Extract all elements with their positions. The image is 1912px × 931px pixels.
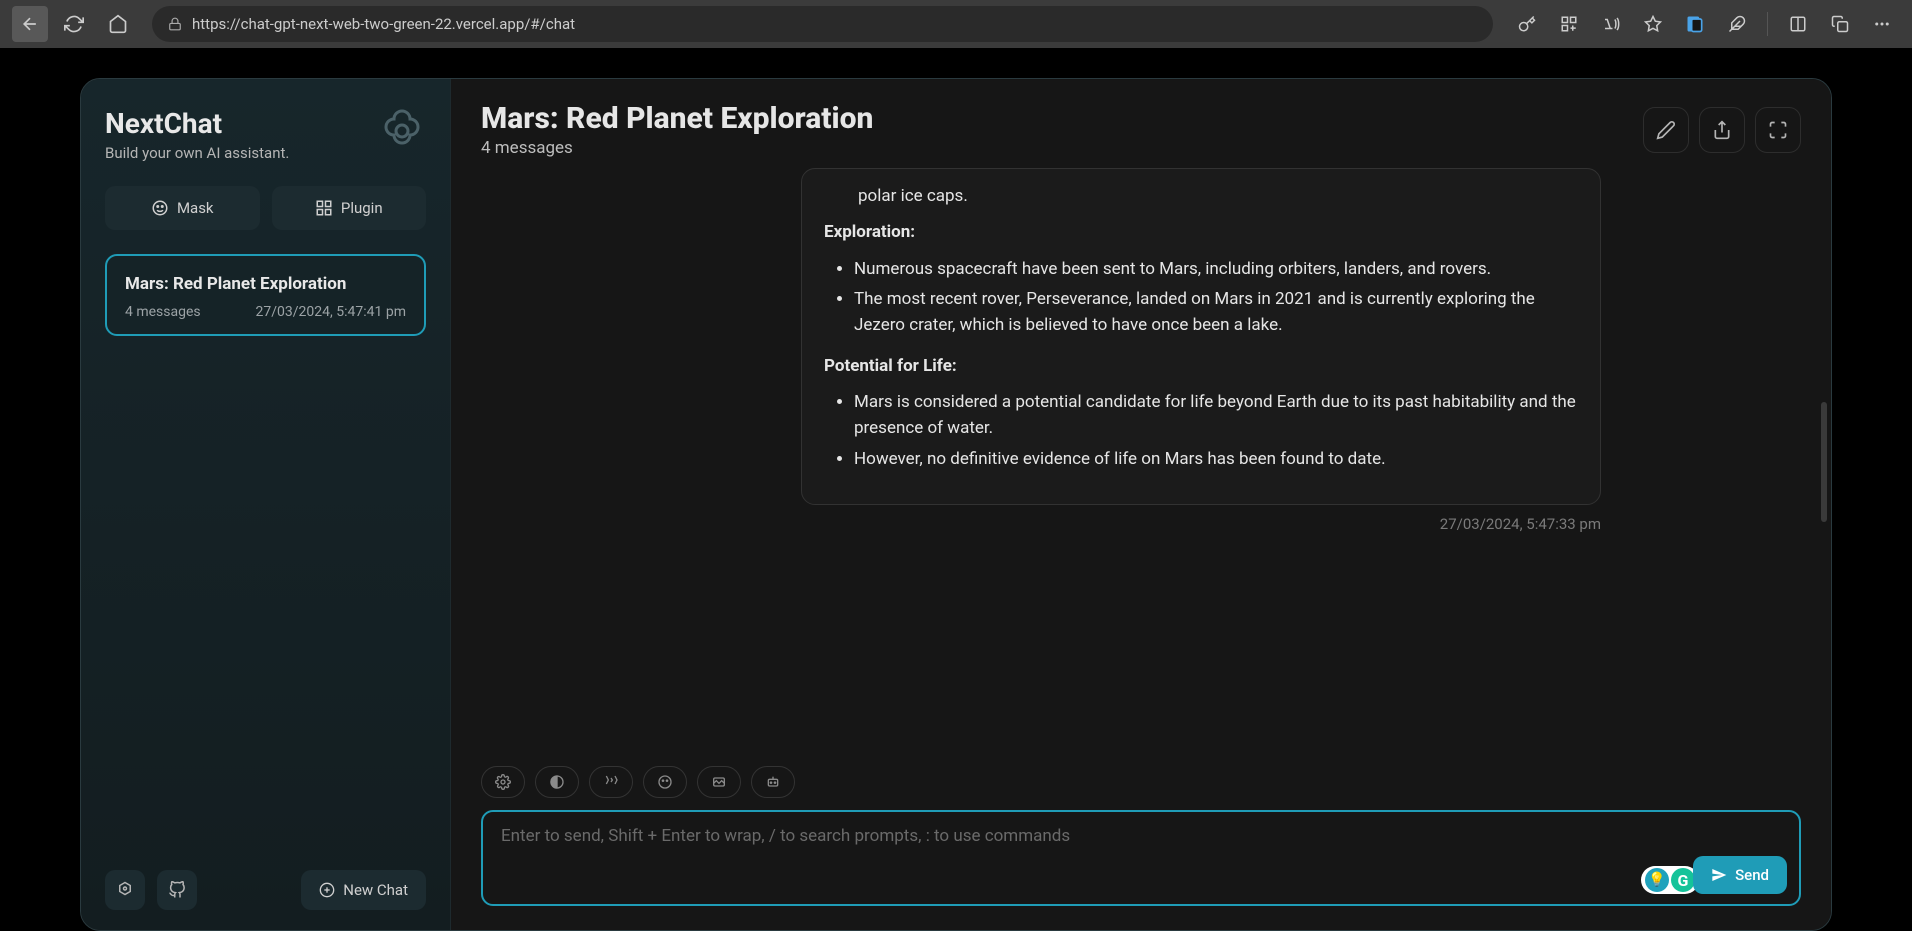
message-timestamp: 27/03/2024, 5:47:33 pm [481,515,1601,533]
chat-item-title: Mars: Red Planet Exploration [125,274,406,294]
assistant-message: polar ice caps. Exploration: Numerous sp… [801,168,1601,505]
home-button[interactable] [100,6,136,42]
bullet-item: Mars is considered a potential candidate… [854,389,1578,442]
tool-row [481,766,1801,798]
copy-icon[interactable] [1822,6,1858,42]
plugin-label: Plugin [341,199,383,217]
favorite-icon[interactable] [1635,6,1671,42]
scrollbar[interactable] [1819,168,1827,752]
lock-icon [168,17,182,31]
grammarly-g-icon: G [1671,868,1695,892]
chat-list-item[interactable]: Mars: Red Planet Exploration 4 messages … [105,254,426,336]
tool-clear-icon[interactable] [697,766,741,798]
plugin-button[interactable]: Plugin [272,186,427,230]
send-icon [1711,867,1727,883]
plugin-icon [315,199,333,217]
tool-theme-icon[interactable] [535,766,579,798]
back-button[interactable] [12,6,48,42]
split-screen-icon[interactable] [1780,6,1816,42]
collections-icon[interactable] [1677,6,1713,42]
tool-prompt-icon[interactable] [589,766,633,798]
plus-icon [319,882,335,898]
chat-item-messages: 4 messages [125,304,201,320]
app-subtitle: Build your own AI assistant. [105,144,289,162]
mask-button[interactable]: Mask [105,186,260,230]
bullet-item: The most recent rover, Perseverance, lan… [854,286,1578,339]
section-heading: Exploration: [824,219,1578,245]
fullscreen-button[interactable] [1755,107,1801,153]
browser-toolbar: https://chat-gpt-next-web-two-green-22.v… [0,0,1912,48]
message-text-cutoff: polar ice caps. [858,183,1578,209]
url-bar[interactable]: https://chat-gpt-next-web-two-green-22.v… [152,6,1493,42]
more-icon[interactable] [1864,6,1900,42]
divider [1767,12,1768,36]
tool-model-icon[interactable] [751,766,795,798]
chat-item-time: 27/03/2024, 5:47:41 pm [256,304,406,320]
send-button[interactable]: Send [1693,856,1787,894]
new-chat-label: New Chat [343,881,408,899]
chat-scroll[interactable]: polar ice caps. Exploration: Numerous sp… [451,168,1831,752]
url-text: https://chat-gpt-next-web-two-green-22.v… [192,15,575,33]
read-aloud-icon[interactable] [1593,6,1629,42]
apps-icon[interactable] [1551,6,1587,42]
chat-input[interactable]: Enter to send, Shift + Enter to wrap, / … [481,810,1801,906]
grammarly-badge[interactable]: 💡 G [1641,866,1699,894]
section-heading: Potential for Life: [824,353,1578,379]
openai-logo-icon [378,107,426,155]
send-label: Send [1735,866,1769,884]
edit-button[interactable] [1643,107,1689,153]
bullet-item: Numerous spacecraft have been sent to Ma… [854,256,1578,282]
settings-icon[interactable] [105,870,145,910]
app-window: NextChat Build your own AI assistant. Ma… [80,78,1832,931]
refresh-button[interactable] [56,6,92,42]
mask-icon [151,199,169,217]
tool-mask-icon[interactable] [643,766,687,798]
main-panel: Mars: Red Planet Exploration 4 messages … [451,79,1831,930]
share-button[interactable] [1699,107,1745,153]
grammarly-bulb-icon: 💡 [1645,868,1669,892]
browser-right-controls [1509,6,1900,42]
new-chat-button[interactable]: New Chat [301,870,426,910]
input-placeholder: Enter to send, Shift + Enter to wrap, / … [501,826,1781,846]
chat-title[interactable]: Mars: Red Planet Exploration [481,101,873,136]
extensions-icon[interactable] [1719,6,1755,42]
app-title: NextChat [105,107,289,140]
sidebar: NextChat Build your own AI assistant. Ma… [81,79,451,930]
bullet-item: However, no definitive evidence of life … [854,446,1578,472]
mask-label: Mask [177,199,214,217]
chat-subtitle: 4 messages [481,138,873,158]
tool-settings-icon[interactable] [481,766,525,798]
key-icon[interactable] [1509,6,1545,42]
github-icon[interactable] [157,870,197,910]
